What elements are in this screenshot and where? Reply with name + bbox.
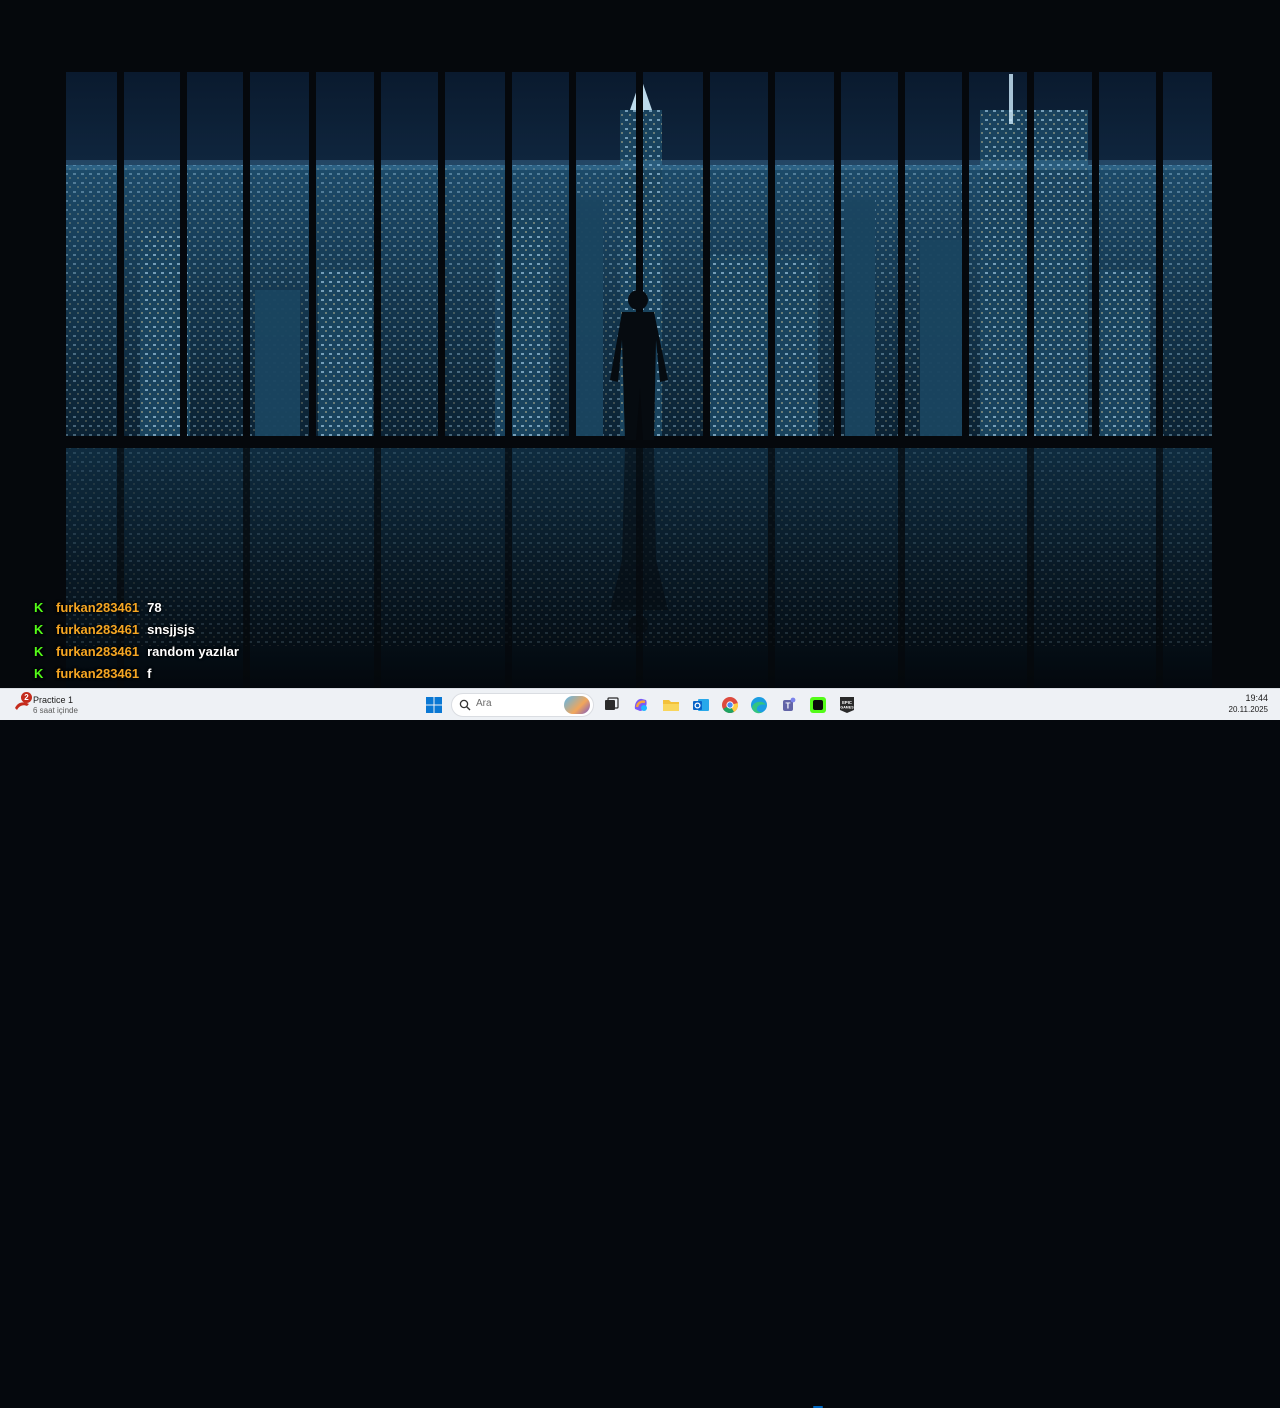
chat-message: K furkan283461 snsjjsjs [34,618,334,640]
epic-games-icon[interactable]: EPIC GAMES [837,695,857,715]
clock-time: 19:44 [1245,693,1268,703]
edge-icon[interactable] [749,695,769,715]
chat-username: furkan283461 [56,643,140,659]
kick-icon[interactable] [808,695,828,715]
kick-badge-icon: K [34,665,44,681]
kick-badge-icon: K [34,643,44,659]
outlook-icon[interactable] [691,695,711,715]
chat-overlay: K furkan283461 78 K furkan283461 snsjjsj… [34,596,334,684]
chat-message: K furkan283461 78 [34,596,334,618]
chat-text: 78 [147,599,162,615]
svg-text:GAMES: GAMES [840,706,854,710]
copilot-icon[interactable] [631,695,651,715]
chat-text: snsjjsjs [147,621,195,637]
task-view-icon[interactable] [601,695,621,715]
system-clock[interactable]: 19:44 20.11.2025 [1229,692,1268,716]
chat-message: K furkan283461 random yazılar [34,640,334,662]
wallpaper-city-night [0,0,1280,688]
kick-badge-icon: K [34,599,44,615]
windows-start-icon[interactable] [424,695,444,715]
search-highlight-art [564,696,590,714]
notification-badge: 2 [21,692,32,703]
chat-text: random yazılar [147,643,239,659]
desktop: K furkan283461 78 K furkan283461 snsjjsj… [0,0,1280,688]
kick-badge-icon: K [34,621,44,637]
teams-icon[interactable]: T [778,695,798,715]
chat-username: furkan283461 [56,665,140,681]
svg-text:T: T [786,702,791,711]
widget-title: Practice 1 [33,695,74,705]
taskbar-search-box[interactable]: Ara [451,693,594,717]
svg-text:EPIC: EPIC [842,700,852,705]
chat-username: furkan283461 [56,621,140,637]
chat-username: furkan283461 [56,599,140,615]
widget-subtitle: 6 saat içinde [33,706,78,715]
chrome-icon[interactable] [720,695,740,715]
taskbar: 2 Practice 1 6 saat içinde Ara T EPIC GA… [0,688,1280,1408]
file-explorer-icon[interactable] [661,695,681,715]
chat-text: f [147,665,152,681]
chat-message: K furkan283461 f [34,662,334,684]
search-icon [459,699,471,711]
clock-date: 20.11.2025 [1228,705,1268,714]
search-placeholder: Ara [476,698,492,709]
widgets-button[interactable]: 2 Practice 1 6 saat içinde [12,692,172,718]
